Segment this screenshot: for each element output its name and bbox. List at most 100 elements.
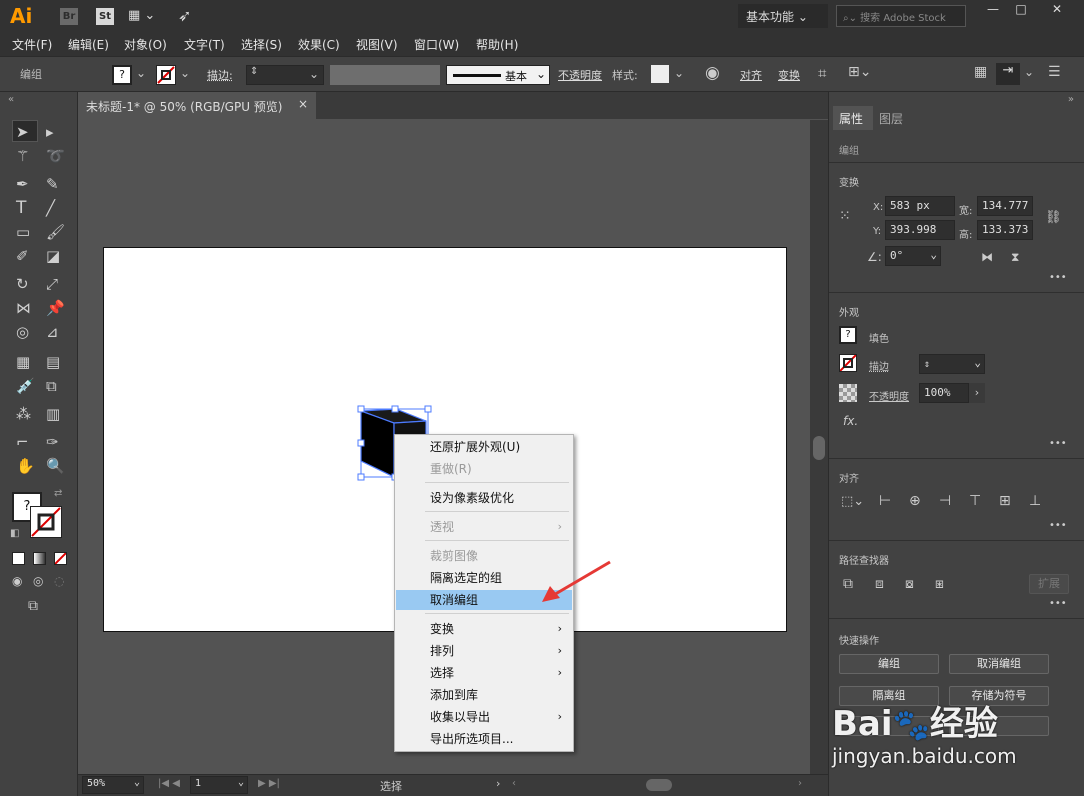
stroke-weight-stepper[interactable]: ⇕ ⌄ bbox=[246, 65, 324, 85]
stroke-label[interactable]: 描边: bbox=[207, 67, 233, 83]
chevron-down-icon[interactable]: ⌄ bbox=[180, 66, 190, 80]
context-item-collect-export[interactable]: 收集以导出 › bbox=[396, 707, 572, 727]
shaper-tool-icon[interactable]: ✐ bbox=[16, 248, 29, 264]
magic-wand-icon[interactable]: ⚚ bbox=[16, 148, 29, 164]
stroke-swatch[interactable] bbox=[156, 65, 176, 85]
context-item-pixel-optimize[interactable]: 设为像素级优化 bbox=[396, 488, 572, 508]
close-window-button[interactable]: ✕ bbox=[1040, 2, 1074, 24]
constrain-proportions-icon[interactable]: ⛓ bbox=[1045, 210, 1062, 225]
artboard-tool-icon[interactable]: ⌐ bbox=[16, 434, 29, 450]
minus-front-icon[interactable]: ⧈ bbox=[875, 576, 884, 592]
puppet-warp-icon[interactable]: ⊞⌄ bbox=[848, 64, 871, 80]
zoom-tool-icon[interactable]: 🔍 bbox=[46, 458, 65, 474]
fill-swatch[interactable]: ? bbox=[839, 326, 857, 344]
align-center-icon[interactable]: ⊕ bbox=[909, 493, 921, 509]
fx-icon[interactable]: fx. bbox=[843, 414, 858, 428]
menu-view[interactable]: 视图(V) bbox=[356, 36, 398, 53]
tab-layers[interactable]: 图层 bbox=[879, 110, 903, 127]
chevron-down-icon[interactable]: ⌄ bbox=[1024, 65, 1034, 79]
context-item-add-to-library[interactable]: 添加到库 bbox=[396, 685, 572, 705]
gradient-mode-icon[interactable] bbox=[33, 552, 46, 565]
screen-mode-icon[interactable]: ⧉ bbox=[28, 598, 38, 614]
recolor-artwork-icon[interactable]: ◉ bbox=[705, 63, 720, 83]
flip-vertical-icon[interactable]: ⧗ bbox=[1011, 250, 1019, 265]
vertical-scrollbar-thumb[interactable] bbox=[813, 436, 825, 460]
rotate-tool-icon[interactable]: ↻ bbox=[16, 276, 29, 292]
menu-object[interactable]: 对象(O) bbox=[124, 36, 167, 53]
align-right-icon[interactable]: ⊣ bbox=[939, 493, 951, 509]
stroke-label[interactable]: 描边 bbox=[869, 358, 889, 373]
arrange-documents-icon[interactable]: ▦ ⌄ bbox=[128, 8, 155, 23]
opacity-expand-icon[interactable]: › bbox=[969, 383, 985, 403]
zoom-select[interactable]: 50% ⌄ bbox=[82, 776, 144, 794]
flip-horizontal-icon[interactable]: ⧓ bbox=[981, 250, 993, 264]
opacity-field[interactable]: 100% bbox=[919, 383, 969, 403]
type-tool-icon[interactable]: T bbox=[16, 200, 26, 217]
blend-tool-icon[interactable]: ⧉ bbox=[46, 378, 57, 394]
tab-properties[interactable]: 属性 bbox=[833, 106, 873, 130]
document-tab[interactable]: 未标题-1* @ 50% (RGB/GPU 预览) × bbox=[78, 92, 316, 119]
opacity-link[interactable]: 不透明度 bbox=[558, 67, 602, 83]
scale-tool-icon[interactable]: ⤢ bbox=[46, 276, 58, 292]
menu-window[interactable]: 窗口(W) bbox=[414, 36, 459, 53]
artboard-number-select[interactable]: 1 ⌄ bbox=[190, 776, 248, 794]
context-item-transform[interactable]: 变换 › bbox=[396, 619, 572, 639]
width-tool-icon[interactable]: ⋈ bbox=[16, 300, 31, 316]
draw-inside-icon[interactable]: ◌ bbox=[54, 574, 64, 588]
menu-select[interactable]: 选择(S) bbox=[241, 36, 282, 53]
graphic-style-swatch[interactable] bbox=[651, 65, 669, 83]
chevron-down-icon[interactable]: ⌄ bbox=[136, 66, 146, 80]
menu-lines-icon[interactable]: ☰ bbox=[1048, 64, 1061, 80]
more-options-icon[interactable]: ••• bbox=[1049, 598, 1067, 609]
variable-width-profile[interactable] bbox=[330, 65, 440, 85]
align-to-icon[interactable]: ⬚⌄ bbox=[841, 494, 864, 509]
line-tool-icon[interactable]: ╱ bbox=[46, 200, 55, 216]
menu-edit[interactable]: 编辑(E) bbox=[68, 36, 109, 53]
context-item-select[interactable]: 选择 › bbox=[396, 663, 572, 683]
menu-help[interactable]: 帮助(H) bbox=[476, 36, 518, 53]
maximize-button[interactable]: □ bbox=[1004, 2, 1038, 24]
vertical-scrollbar[interactable] bbox=[810, 120, 828, 774]
symbol-sprayer-icon[interactable]: ⁂ bbox=[16, 406, 31, 422]
align-link[interactable]: 对齐 bbox=[740, 67, 762, 83]
opacity-label[interactable]: 不透明度 bbox=[869, 388, 909, 403]
context-item-arrange[interactable]: 排列 › bbox=[396, 641, 572, 661]
paintbrush-icon[interactable]: 🖌 bbox=[46, 224, 65, 240]
align-left-icon[interactable]: ⊢ bbox=[879, 493, 891, 509]
transform-link[interactable]: 变换 bbox=[778, 67, 800, 83]
width-field[interactable]: 134.777 bbox=[977, 196, 1033, 216]
stroke-color-box[interactable] bbox=[30, 506, 62, 538]
intersect-icon[interactable]: ⧇ bbox=[905, 576, 914, 592]
panel-toggle-icon[interactable]: ⇥ bbox=[996, 63, 1020, 85]
stock-button[interactable]: St bbox=[96, 8, 114, 25]
default-colors-icon[interactable]: ◧ bbox=[10, 528, 19, 539]
isolate-icon[interactable]: ⌗ bbox=[818, 64, 826, 82]
shape-builder-icon[interactable]: ◎ bbox=[16, 324, 29, 340]
mesh-tool-icon[interactable]: ▦ bbox=[16, 354, 30, 370]
more-options-icon[interactable]: ••• bbox=[1049, 272, 1067, 283]
y-field[interactable]: 393.998 bbox=[885, 220, 955, 240]
context-item-export-selection[interactable]: 导出所选项目... bbox=[396, 729, 572, 749]
draw-normal-icon[interactable]: ◉ bbox=[12, 574, 22, 588]
close-tab-icon[interactable]: × bbox=[298, 97, 308, 111]
menu-effect[interactable]: 效果(C) bbox=[298, 36, 340, 53]
puppet-warp-tool-icon[interactable]: 📌 bbox=[46, 300, 65, 316]
context-item-undo-expand[interactable]: 还原扩展外观(U) bbox=[396, 437, 572, 457]
rotate-field[interactable]: 0° ⌄ bbox=[885, 246, 941, 266]
reference-point-icon[interactable]: ⁙ bbox=[839, 208, 851, 224]
lasso-icon[interactable]: ➰ bbox=[46, 148, 65, 164]
collapse-panel-icon[interactable]: » bbox=[1068, 94, 1074, 105]
menu-type[interactable]: 文字(T) bbox=[184, 36, 225, 53]
height-field[interactable]: 133.373 bbox=[977, 220, 1033, 240]
brush-definition-select[interactable]: 基本 ⌄ bbox=[446, 65, 550, 85]
align-bottom-icon[interactable]: ⊥ bbox=[1029, 493, 1041, 509]
pen-tool-icon[interactable]: ✒ bbox=[16, 176, 29, 192]
eyedropper-icon[interactable]: 💉 bbox=[16, 378, 35, 394]
horizontal-scrollbar-thumb[interactable] bbox=[646, 779, 672, 791]
stroke-weight-stepper[interactable]: ⇕ ⌄ bbox=[919, 354, 985, 374]
stock-search-input[interactable]: ⌕⌄ 搜索 Adobe Stock bbox=[836, 5, 966, 27]
chevron-down-icon[interactable]: ⌄ bbox=[674, 66, 684, 80]
first-page-icon[interactable]: |◀ ◀ bbox=[158, 778, 180, 789]
none-mode-icon[interactable] bbox=[54, 552, 67, 565]
ungroup-button[interactable]: 取消编组 bbox=[949, 654, 1049, 674]
